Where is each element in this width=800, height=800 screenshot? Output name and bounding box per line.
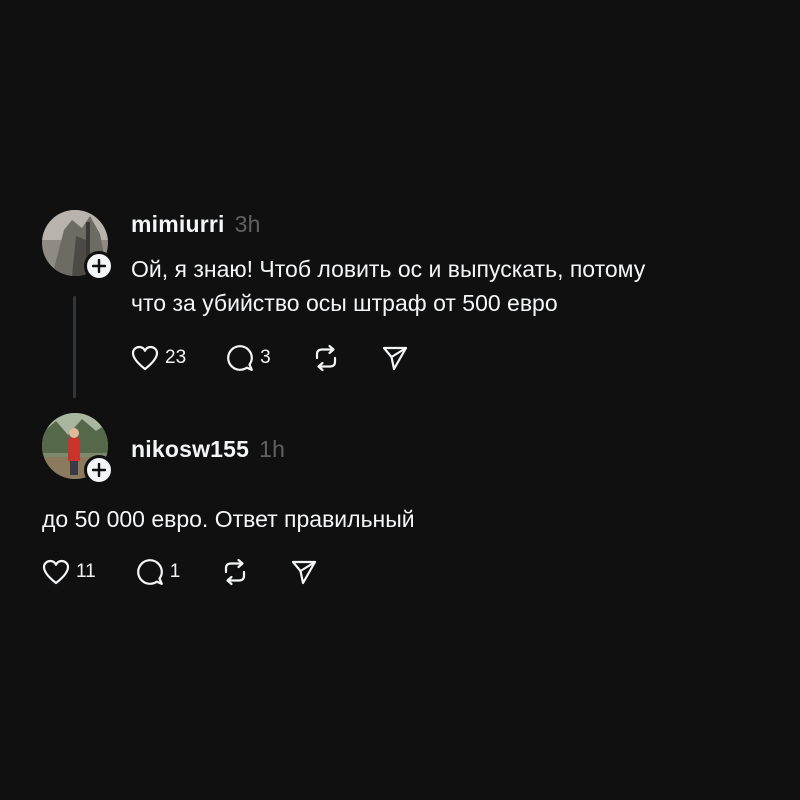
reply-count: 3 — [260, 347, 271, 368]
plus-icon — [92, 463, 106, 477]
timestamp: 3h — [234, 211, 261, 237]
comment-icon — [136, 559, 163, 585]
heart-icon — [42, 559, 70, 585]
repost-icon — [315, 344, 336, 372]
share-button[interactable] — [290, 558, 318, 586]
repost-icon — [225, 558, 246, 586]
post-text-line: Ой, я знаю! Чтоб ловить ос и выпускать, … — [131, 256, 646, 282]
reply-button[interactable]: 3 — [226, 344, 271, 372]
share-button[interactable] — [381, 344, 409, 372]
comment-icon — [227, 345, 254, 371]
like-count: 23 — [165, 347, 187, 368]
username[interactable]: mimiurri 3h — [131, 211, 261, 238]
send-icon — [292, 560, 317, 585]
follow-button[interactable] — [84, 251, 114, 281]
reply-button[interactable]: 1 — [136, 558, 181, 586]
thread-line — [73, 296, 76, 398]
repost-button[interactable] — [311, 344, 341, 372]
repost-button[interactable] — [220, 558, 250, 586]
send-icon — [382, 346, 407, 371]
post-text-line: до 50 000 евро. Ответ правильный — [42, 506, 415, 532]
action-bar: 11 1 — [42, 558, 358, 586]
like-count: 11 — [76, 561, 96, 582]
username-text[interactable]: nikosw155 — [131, 436, 249, 462]
like-button[interactable]: 23 — [131, 345, 186, 371]
follow-button[interactable] — [84, 455, 114, 485]
plus-icon — [92, 259, 106, 273]
username[interactable]: nikosw155 1h — [131, 436, 285, 463]
username-text[interactable]: mimiurri — [131, 211, 225, 237]
post-text: до 50 000 евро. Ответ правильный — [42, 502, 415, 536]
like-button[interactable]: 11 — [42, 559, 96, 585]
post-text-line: что за убийство осы штраф от 500 евро — [131, 290, 558, 316]
post-text: Ой, я знаю! Чтоб ловить ос и выпускать, … — [131, 252, 645, 320]
heart-icon — [131, 345, 159, 371]
reply-count: 1 — [169, 561, 181, 582]
timestamp: 1h — [259, 436, 286, 462]
action-bar: 23 3 — [131, 344, 449, 372]
